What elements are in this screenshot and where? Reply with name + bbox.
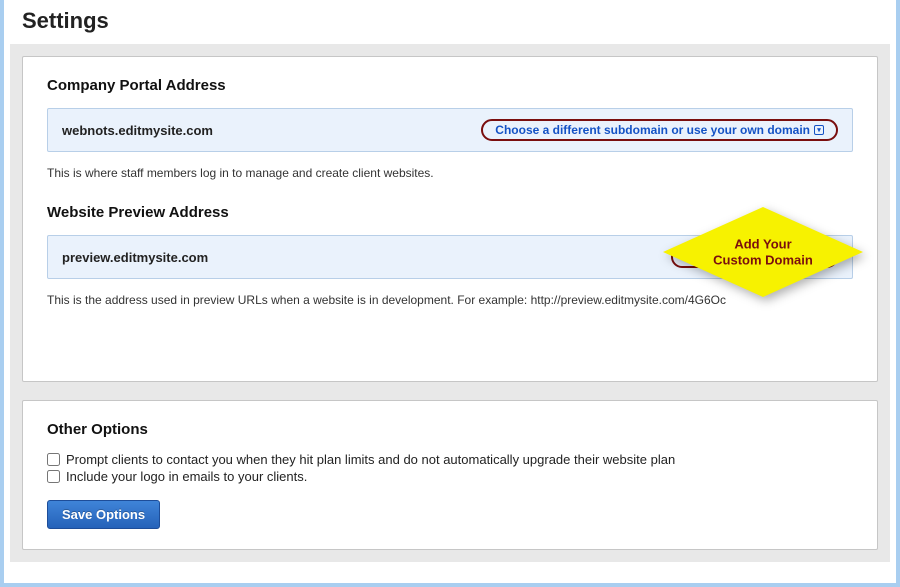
chevron-down-icon: ▾ (814, 252, 824, 262)
option-prompt-clients[interactable]: Prompt clients to contact you when they … (47, 452, 853, 467)
other-options-heading: Other Options (47, 421, 853, 438)
website-preview-help: This is the address used in preview URLs… (47, 293, 853, 307)
prompt-clients-label: Prompt clients to contact you when they … (66, 452, 675, 467)
choose-subdomain-label: Choose a different subdomain or use your… (495, 123, 810, 137)
chevron-down-icon: ▾ (814, 125, 824, 135)
website-preview-address-box: preview.editmysite.com Use your own doma… (47, 235, 853, 279)
other-options-panel: Other Options Prompt clients to contact … (22, 400, 878, 550)
company-portal-address-box: webnots.editmysite.com Choose a differen… (47, 108, 853, 152)
prompt-clients-checkbox[interactable] (47, 453, 60, 466)
website-preview-address: preview.editmysite.com (62, 250, 208, 265)
use-own-domain-label: Use your own domain (685, 250, 810, 264)
website-preview-heading: Website Preview Address (47, 204, 853, 221)
company-portal-heading: Company Portal Address (47, 77, 853, 94)
option-include-logo[interactable]: Include your logo in emails to your clie… (47, 469, 853, 484)
company-portal-address: webnots.editmysite.com (62, 123, 213, 138)
addresses-panel: Company Portal Address webnots.editmysit… (22, 56, 878, 382)
choose-subdomain-link[interactable]: Choose a different subdomain or use your… (481, 119, 838, 141)
content-area: Company Portal Address webnots.editmysit… (10, 44, 890, 562)
save-options-button[interactable]: Save Options (47, 500, 160, 529)
include-logo-checkbox[interactable] (47, 470, 60, 483)
company-portal-help: This is where staff members log in to ma… (47, 166, 853, 180)
page-title: Settings (4, 0, 896, 44)
include-logo-label: Include your logo in emails to your clie… (66, 469, 307, 484)
use-own-domain-link[interactable]: Use your own domain ▾ (671, 246, 838, 268)
settings-page: Settings Company Portal Address webnots.… (0, 0, 900, 587)
